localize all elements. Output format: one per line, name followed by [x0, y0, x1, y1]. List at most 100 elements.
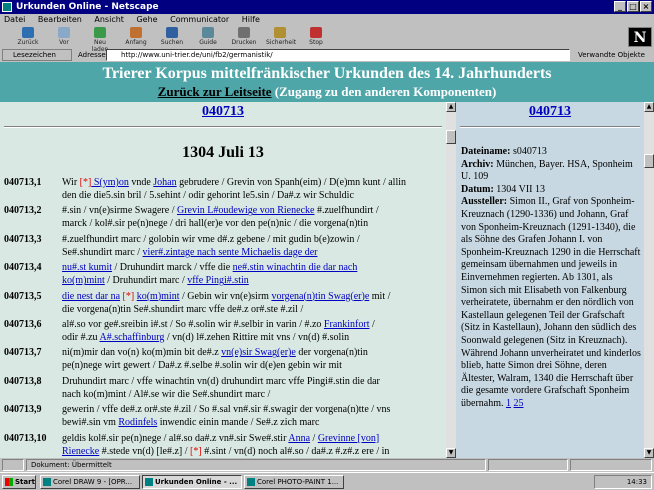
menu-hilfe[interactable]: Hilfe: [242, 14, 260, 26]
text-link[interactable]: vier#.zintage nach sente Michaelis dage …: [143, 247, 318, 258]
text-link[interactable]: S(ym)on: [91, 177, 129, 188]
text-link[interactable]: Anna: [288, 433, 310, 444]
text-segment: Se#.shundirt marc /: [62, 246, 143, 258]
task-urkunden-online[interactable]: Urkunden Online - ...: [142, 475, 242, 489]
text-segment: geldis kol#.sir pe(n)nege / al#.so da#.z…: [62, 432, 289, 444]
netscape-icon: [2, 2, 12, 12]
document-date: 1304 Juli 13: [182, 144, 264, 161]
stop-icon: [310, 27, 322, 38]
text-link[interactable]: vffe Pingi#.stin: [187, 275, 248, 286]
metadata-id-link[interactable]: 040713: [456, 104, 644, 120]
row-line: marck / kol#.sir pe(n)nege / dri hall(er…: [62, 217, 444, 230]
menu-communicator[interactable]: Communicator: [170, 14, 229, 26]
start-button[interactable]: Start: [2, 475, 36, 489]
stop-button[interactable]: Stop: [302, 27, 330, 47]
clock[interactable]: 14:33: [627, 478, 647, 486]
text-segment: Druhundirt marc / vffe winachtin vn(d) d…: [62, 375, 380, 387]
divider: [4, 126, 442, 128]
close-button[interactable]: ×: [640, 1, 652, 12]
row-line: Se#.shundirt marc / vier#.zintage nach s…: [62, 246, 444, 259]
status-bar: Dokument: Übermittelt: [0, 458, 654, 472]
text-link[interactable]: die nest dar na: [62, 291, 120, 302]
text-link[interactable]: ko(m)mint: [62, 275, 105, 286]
security-button[interactable]: Sicherheit: [266, 27, 296, 47]
reload-button[interactable]: Neu laden: [86, 27, 114, 53]
scroll-thumb[interactable]: [446, 130, 456, 144]
row-line: den die die5.sin bril / 5.sehint / odir …: [62, 189, 444, 202]
search-button[interactable]: Suchen: [158, 27, 186, 47]
row-line: al#.so vor ge#.sreibin i#.st / So #.soli…: [62, 318, 444, 331]
row-number: 040713,6: [4, 319, 42, 330]
metadata-label: Datum:: [461, 183, 494, 195]
netscape-logo[interactable]: N: [628, 27, 652, 47]
text-link[interactable]: Rienecke: [62, 446, 99, 457]
print-button[interactable]: Drucken: [230, 27, 258, 47]
back-to-main-link[interactable]: Zurück zur Leitseite: [158, 84, 272, 99]
text-link[interactable]: Grevin L#oudewige von Rienecke: [177, 205, 314, 216]
status-text: Dokument: Übermittelt: [26, 459, 486, 471]
scroll-thumb[interactable]: [644, 154, 654, 168]
menu-ansicht[interactable]: Ansicht: [94, 14, 124, 26]
text-link[interactable]: Rodinfels: [118, 417, 157, 428]
text-segment: #.zuelfhundirt /: [314, 205, 379, 217]
scroll-up-button[interactable]: ▲: [446, 102, 456, 112]
annotation-marker[interactable]: [*]: [80, 177, 92, 188]
text-link[interactable]: ne#.stin winachtin die dar nach: [233, 262, 358, 273]
forward-button[interactable]: Vor: [50, 27, 78, 47]
task-corel-photo-paint[interactable]: Corel PHOTO-PAINT 1...: [244, 475, 344, 489]
scroll-down-button[interactable]: ▼: [446, 448, 456, 458]
menu-gehe[interactable]: Gehe: [136, 14, 157, 26]
security-status-icon[interactable]: [2, 459, 24, 471]
scroll-down-button[interactable]: ▼: [644, 448, 654, 458]
row-number: 040713,2: [4, 205, 42, 217]
row-text: #.sin / vn(e)sirme Swagere / Grevin L#ou…: [62, 204, 444, 230]
back-button[interactable]: Zurück: [14, 27, 42, 47]
guide-button[interactable]: Guide: [194, 27, 222, 47]
annotation-marker[interactable]: [*]: [123, 291, 135, 302]
left-scrollbar[interactable]: ▲ ▼: [446, 102, 456, 458]
text-link[interactable]: Frankinfort: [324, 319, 370, 330]
text-link[interactable]: Johan: [153, 177, 176, 188]
menu-bearbeiten[interactable]: Bearbeiten: [38, 14, 82, 26]
row-number: 040713,1: [4, 177, 42, 188]
address-input[interactable]: http://www.uni-trier.de/uni/fb2/germanis…: [106, 49, 570, 61]
text-segment: al#.so vor ge#.sreibin i#.st / So #.soli…: [62, 319, 324, 330]
reload-icon: [94, 27, 106, 38]
row-text: gewerin / vffe de#.z or#.ste #.zil / So …: [62, 403, 444, 429]
metadata-value: 1304 VII 13: [496, 183, 545, 195]
text-segment: gebrudere / Grevin von Spanh(eim) / D(e)…: [176, 177, 407, 188]
text-link[interactable]: ko(m)mint: [137, 291, 180, 302]
home-button[interactable]: Anfang: [122, 27, 150, 47]
annotation-marker[interactable]: [*]: [190, 446, 202, 457]
windows-logo-icon: [5, 478, 13, 486]
minimize-button[interactable]: _: [614, 1, 626, 12]
text-link[interactable]: A#.schaffinburg: [100, 332, 165, 343]
row-line: Rienecke #.stede vn(d) [le#.z] / [*] #.s…: [62, 445, 444, 458]
footnote-link[interactable]: 25: [514, 398, 524, 409]
row-line: die vorgena(n)tin Se#.shundirt marc vffe…: [62, 303, 444, 316]
text-link[interactable]: Grevinne [von]: [318, 433, 379, 444]
metadata-label: Dateiname:: [461, 146, 511, 157]
row-line: Wir [*] S(ym)on vnde Johan gebrudere / G…: [62, 176, 444, 189]
text-segment: ni(m)mir dan vo(n) ko(m)min bit de#.z: [62, 347, 222, 359]
right-scrollbar[interactable]: ▲ ▼: [644, 102, 654, 458]
bookmarks-button[interactable]: Lesezeichen: [2, 49, 72, 61]
footnote-link[interactable]: 1: [506, 398, 511, 409]
page-banner: Trierer Korpus mittelfränkischer Urkunde…: [0, 62, 654, 102]
text-link[interactable]: nu#.st kumit: [62, 262, 112, 273]
menu-datei[interactable]: Datei: [4, 14, 25, 26]
document-id-link[interactable]: 040713: [0, 104, 446, 120]
row-text: nu#.st kumit / Druhundirt marck / vffe d…: [62, 261, 444, 287]
text-link[interactable]: vn(e)sir Swag(er)e: [221, 347, 296, 358]
related-objects-button[interactable]: Verwandte Objekte: [578, 48, 645, 62]
title-bar[interactable]: Urkunden Online - Netscape _ □ ×: [0, 0, 654, 14]
maximize-button[interactable]: □: [627, 1, 639, 12]
component-icons[interactable]: [570, 459, 652, 471]
text-segment: /: [310, 432, 318, 444]
back-arrow-icon: [22, 27, 34, 38]
scroll-up-button[interactable]: ▲: [644, 102, 654, 112]
row-text: geldis kol#.sir pe(n)nege / al#.so da#.z…: [62, 432, 444, 458]
task-corel-draw[interactable]: Corel DRAW 9 - [OPR...: [40, 475, 140, 489]
row-text: die nest dar na [*] ko(m)mint / Gebin wi…: [62, 290, 444, 316]
text-link[interactable]: vorgena(n)tin Swag(er)e: [271, 291, 369, 302]
